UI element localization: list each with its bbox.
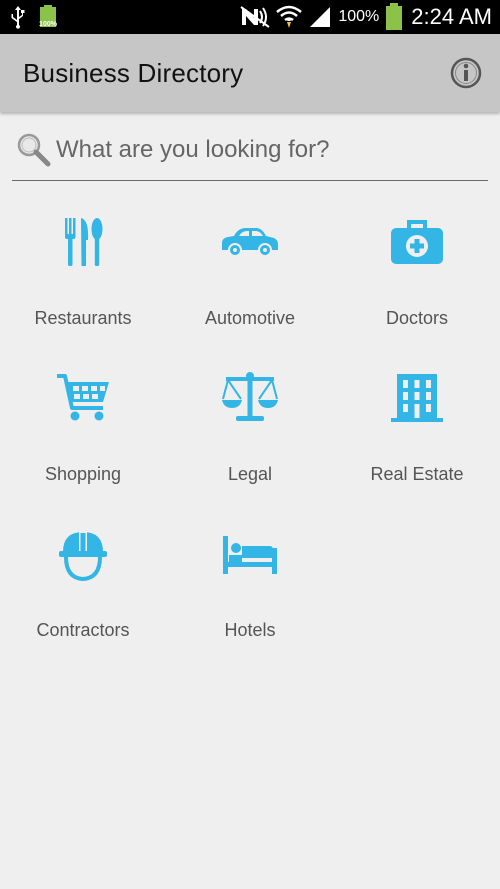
category-automotive[interactable]: Automotive	[167, 190, 333, 340]
nfc-icon	[240, 6, 270, 28]
clock: 2:24 AM	[411, 4, 492, 29]
wifi-icon	[276, 5, 303, 29]
action-bar: Business Directory	[0, 34, 500, 112]
category-label: Shopping	[44, 464, 122, 484]
category-label: Doctors	[385, 308, 448, 328]
search-bar	[12, 128, 488, 181]
category-label: Real Estate	[370, 464, 464, 484]
category-doctors[interactable]: Doctors	[334, 190, 500, 340]
category-label: Contractors	[36, 620, 130, 640]
battery-notification-icon: 100%	[38, 4, 58, 30]
screen: 100% 100% 2:24 AM Business Directory Wha…	[0, 0, 500, 889]
info-button[interactable]	[450, 57, 482, 89]
scales-icon	[220, 368, 280, 428]
medical-kit-icon	[387, 212, 447, 272]
status-left: 100%	[10, 0, 58, 34]
bed-icon	[220, 524, 280, 584]
category-label: Legal	[227, 464, 273, 484]
shopping-cart-icon	[53, 368, 113, 428]
category-contractors[interactable]: Contractors	[0, 502, 166, 652]
category-real-estate[interactable]: Real Estate	[334, 346, 500, 496]
fork-knife-spoon-icon	[53, 212, 113, 272]
app-title: Business Directory	[23, 58, 244, 88]
category-label: Hotels	[224, 620, 276, 640]
battery-icon	[385, 3, 403, 31]
battery-notification-label: 100%	[39, 21, 57, 28]
car-icon	[220, 212, 280, 272]
battery-percent: 100%	[338, 8, 380, 25]
status-bar: 100% 100% 2:24 AM	[0, 0, 500, 34]
search-icon	[17, 133, 51, 167]
status-right: 100% 2:24 AM	[240, 0, 492, 34]
category-legal[interactable]: Legal	[167, 346, 333, 496]
search-input[interactable]	[56, 128, 476, 172]
usb-icon	[10, 5, 26, 29]
signal-icon	[308, 6, 332, 28]
category-shopping[interactable]: Shopping	[0, 346, 166, 496]
building-icon	[387, 368, 447, 428]
category-restaurants[interactable]: Restaurants	[0, 190, 166, 340]
category-label: Restaurants	[34, 308, 132, 328]
hard-hat-icon	[53, 524, 113, 584]
category-hotels[interactable]: Hotels	[167, 502, 333, 652]
category-label: Automotive	[204, 308, 296, 328]
info-icon	[450, 57, 482, 89]
